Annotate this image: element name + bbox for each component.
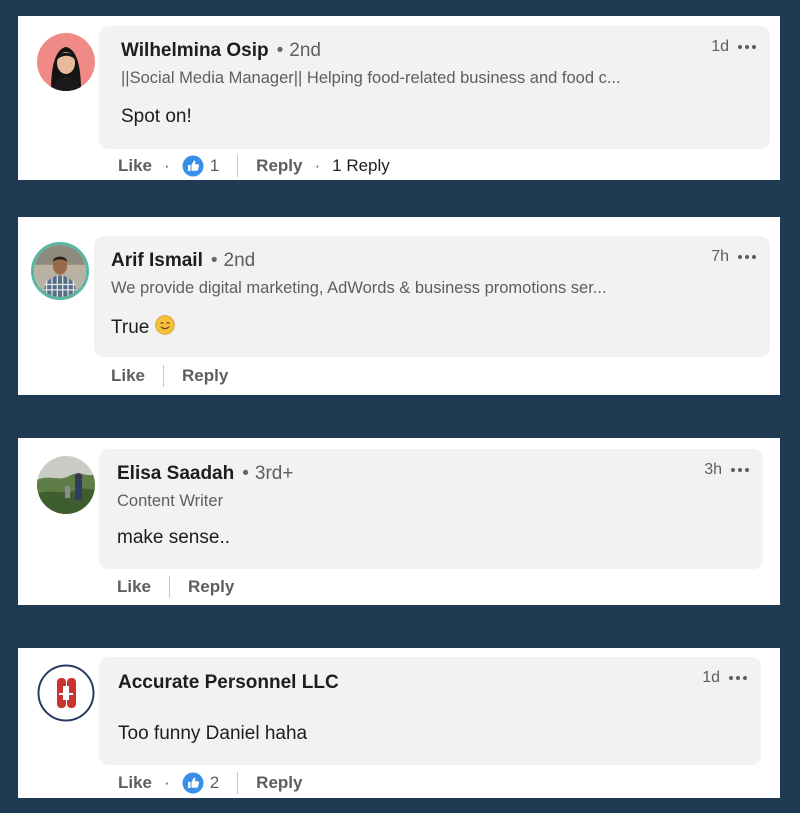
reply-button[interactable]: Reply xyxy=(182,366,228,386)
like-reaction-icon xyxy=(182,772,204,794)
connection-degree: 2nd xyxy=(223,250,256,271)
reply-button[interactable]: Reply xyxy=(188,577,234,597)
divider xyxy=(169,576,171,598)
comment-text: make sense.. xyxy=(117,527,230,548)
comment-bubble: Wilhelmina Osip • 2nd 1d ||Social Media … xyxy=(99,26,770,149)
divider xyxy=(237,772,239,794)
comment-card: Accurate Personnel LLC 1d Too funny Dani… xyxy=(18,648,780,798)
comment-card: Arif Ismail • 2nd 7h We provide digital … xyxy=(18,217,780,395)
avatar[interactable] xyxy=(31,242,89,300)
divider xyxy=(237,155,239,177)
author-headline: Content Writer xyxy=(117,492,224,510)
company-logo[interactable] xyxy=(37,664,95,722)
like-button[interactable]: Like xyxy=(118,156,152,176)
bullet-separator: • xyxy=(242,463,249,484)
like-button[interactable]: Like xyxy=(111,366,145,386)
author-name[interactable]: Accurate Personnel LLC xyxy=(118,672,339,694)
author-name[interactable]: Wilhelmina Osip xyxy=(121,40,269,62)
connection-degree: 2nd xyxy=(289,40,321,61)
avatar[interactable] xyxy=(37,33,95,91)
reactions-count[interactable]: 1 xyxy=(182,155,219,177)
timestamp: 7h xyxy=(711,248,729,265)
like-button[interactable]: Like xyxy=(117,577,151,597)
comment-card: Wilhelmina Osip • 2nd 1d ||Social Media … xyxy=(18,16,780,180)
smiling-face-emoji xyxy=(155,315,176,335)
timestamp: 1d xyxy=(702,669,720,686)
reaction-count: 2 xyxy=(209,773,220,792)
comment-actions: Like · 2 Reply xyxy=(118,772,302,794)
comment-actions: Like Reply xyxy=(117,576,234,598)
more-options-icon[interactable] xyxy=(738,45,756,49)
action-separator: · xyxy=(164,773,170,792)
like-reaction-icon xyxy=(182,155,204,177)
comment-bubble: Arif Ismail • 2nd 7h We provide digital … xyxy=(94,236,770,357)
action-separator: · xyxy=(164,156,170,175)
comment-bubble: Elisa Saadah • 3rd+ 3h Content Writer ma… xyxy=(99,449,763,569)
comment-actions: Like Reply xyxy=(111,365,228,387)
bullet-separator: • xyxy=(210,250,218,271)
comment-actions: Like · 1 Reply · 1 Reply xyxy=(118,155,390,177)
comment-bubble: Accurate Personnel LLC 1d Too funny Dani… xyxy=(99,657,761,765)
more-options-icon[interactable] xyxy=(738,255,756,259)
reply-button[interactable]: Reply xyxy=(256,156,302,176)
divider xyxy=(163,365,165,387)
like-button[interactable]: Like xyxy=(118,773,152,793)
author-name[interactable]: Elisa Saadah xyxy=(117,463,234,485)
comment-card: Elisa Saadah • 3rd+ 3h Content Writer ma… xyxy=(18,438,780,605)
author-name[interactable]: Arif Ismail xyxy=(111,250,203,272)
reactions-count[interactable]: 2 xyxy=(182,772,219,794)
author-headline: We provide digital marketing, AdWords & … xyxy=(111,279,607,297)
action-separator: · xyxy=(314,156,321,175)
author-headline: ||Social Media Manager|| Helping food-re… xyxy=(121,69,621,87)
more-options-icon[interactable] xyxy=(729,676,747,680)
comment-text: Spot on! xyxy=(121,106,192,127)
reply-button[interactable]: Reply xyxy=(256,773,302,793)
comment-text: Too funny Daniel haha xyxy=(118,723,308,744)
comment-content: True xyxy=(111,315,176,339)
more-options-icon[interactable] xyxy=(731,468,749,472)
avatar[interactable] xyxy=(37,456,95,514)
reaction-count: 1 xyxy=(209,156,220,175)
bullet-separator: • xyxy=(276,40,284,61)
replies-link[interactable]: 1 Reply xyxy=(332,156,390,176)
comment-text: True xyxy=(111,317,150,338)
connection-degree: 3rd+ xyxy=(254,463,294,484)
timestamp: 3h xyxy=(704,461,722,478)
timestamp: 1d xyxy=(711,38,729,55)
